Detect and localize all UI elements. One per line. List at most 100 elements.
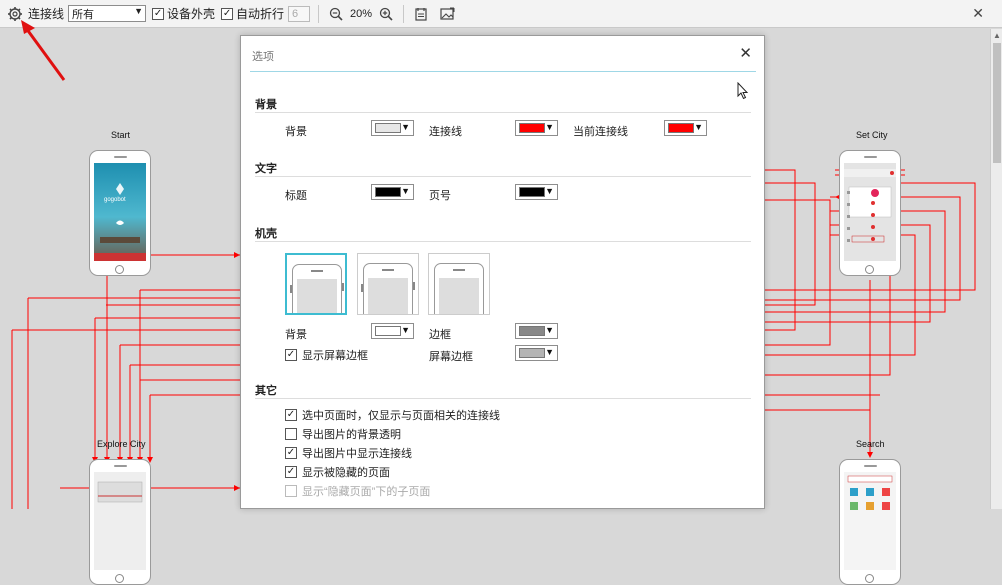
auto-wrap-label: 自动折行 [236,7,285,21]
background-color-label: 背景 [285,126,307,138]
section-divider [255,241,751,242]
zoom-in-icon[interactable] [377,5,395,23]
phone-speaker [114,156,127,158]
color-swatch [375,123,401,133]
frame-style-option-2[interactable] [357,253,419,315]
export-image-icon[interactable] [438,5,456,23]
set-city-thumbnail [844,163,896,261]
option-label: 导出图片中显示连接线 [302,448,412,460]
title-divider [250,71,756,72]
phone-frame-icon [434,263,484,314]
show-screen-border-option[interactable]: ✓ 显示屏幕边框 [285,347,368,363]
background-color-picker[interactable]: ▼ [371,120,414,136]
chevron-down-icon: ▼ [401,186,410,196]
close-icon[interactable]: ✕ [739,44,752,62]
other-option-1[interactable]: 导出图片的背景透明 [285,426,401,442]
phone-home-button [115,265,124,274]
section-divider [255,398,751,399]
zoom-level: 20% [350,7,373,20]
vertical-scrollbar[interactable]: ▲ [990,29,1002,509]
option-label: 选中页面时，仅显示与页面相关的连接线 [302,410,500,422]
page-node-explore-city[interactable] [89,459,151,585]
section-heading-shell: 机壳 [255,228,277,240]
page-title-set-city: Set City [856,130,888,140]
page-number-color-label: 页号 [429,190,451,202]
close-icon[interactable]: ✕ [972,5,984,22]
option-checkbox[interactable] [285,428,297,440]
color-swatch [519,348,545,358]
auto-wrap-toggle[interactable]: ✓ 自动折行 [221,5,284,22]
phone-home-button [865,574,874,583]
phone-speaker [864,156,877,158]
color-swatch [375,326,401,336]
page-node-set-city[interactable] [839,150,901,276]
page-node-start[interactable]: gogobot [89,150,151,276]
color-swatch [375,187,401,197]
device-frame-toggle[interactable]: ✓ 设备外壳 [152,5,215,22]
option-checkbox[interactable]: ✓ [285,447,297,459]
other-option-0[interactable]: ✓ 选中页面时，仅显示与页面相关的连接线 [285,407,500,423]
zoom-out-icon[interactable] [327,5,345,23]
title-color-picker[interactable]: ▼ [371,184,414,200]
shell-border-color-picker[interactable]: ▼ [515,323,558,339]
other-option-4[interactable]: 显示“隐藏页面”下的子页面 [285,483,430,499]
chevron-down-icon: ▼ [401,325,410,335]
option-checkbox[interactable] [285,485,297,497]
scroll-thumb[interactable] [993,43,1001,163]
start-screen-thumbnail: gogobot [94,163,146,261]
phone-speaker [864,465,877,467]
chevron-down-icon: ▼ [545,122,554,132]
options-dialog: 选项 ✕ 背景 背景 ▼ 连接线 ▼ 当前连接线 ▼ 文字 标题 ▼ 页号 ▼ … [240,35,765,509]
auto-wrap-checkbox[interactable]: ✓ [221,7,234,20]
screen-border-color-picker[interactable]: ▼ [515,345,558,361]
scroll-up-icon[interactable]: ▲ [993,31,1001,40]
link-color-picker[interactable]: ▼ [515,120,558,136]
section-divider [255,112,751,113]
link-color-label: 连接线 [429,126,462,138]
show-screen-border-checkbox[interactable]: ✓ [285,349,297,361]
section-heading-other: 其它 [255,385,277,397]
page-node-search[interactable] [839,459,901,585]
frame-style-option-3[interactable] [428,253,490,315]
device-frame-checkbox[interactable]: ✓ [152,7,165,20]
annotation-arrow [21,20,66,81]
search-thumbnail [844,472,896,570]
wrap-count-input[interactable]: 6 [288,5,311,22]
chevron-down-icon: ▼ [694,122,703,132]
notes-icon[interactable] [412,5,430,23]
phone-frame-icon [361,263,415,314]
section-divider [255,176,751,177]
shell-background-color-picker[interactable]: ▼ [371,323,414,339]
frame-style-option-1[interactable] [285,253,347,315]
option-label: 显示“隐藏页面”下的子页面 [302,486,431,498]
brand-text: gogobot [104,197,126,203]
chevron-down-icon: ▼ [545,325,554,335]
phone-speaker [114,465,127,467]
screen-border-label: 屏幕边框 [429,351,473,363]
toolbar-divider [403,4,405,23]
color-swatch [519,187,545,197]
other-option-3[interactable]: ✓ 显示被隐藏的页面 [285,464,390,480]
other-option-2[interactable]: ✓ 导出图片中显示连接线 [285,445,412,461]
page-title-start: Start [111,130,131,140]
shell-border-label: 边框 [429,329,451,341]
option-label: 显示被隐藏的页面 [302,467,390,479]
title-color-label: 标题 [285,190,307,202]
option-checkbox[interactable]: ✓ [285,409,297,421]
section-heading-background: 背景 [255,99,277,111]
current-link-color-picker[interactable]: ▼ [664,120,707,136]
page-title-explore-city: Explore City [97,439,146,449]
link-filter-value: 所有 [72,8,95,21]
option-checkbox[interactable]: ✓ [285,466,297,478]
chevron-down-icon: ▼ [545,186,554,196]
mouse-cursor-icon [737,82,749,100]
phone-frame-icon [290,264,344,313]
option-label: 导出图片的背景透明 [302,429,401,441]
toolbar-divider [318,4,320,23]
color-swatch [668,123,694,133]
color-swatch [519,123,545,133]
shell-background-label: 背景 [285,329,307,341]
link-filter-select[interactable]: 所有 ▼ [68,5,147,22]
page-number-color-picker[interactable]: ▼ [515,184,558,200]
chevron-down-icon: ▼ [401,122,410,132]
